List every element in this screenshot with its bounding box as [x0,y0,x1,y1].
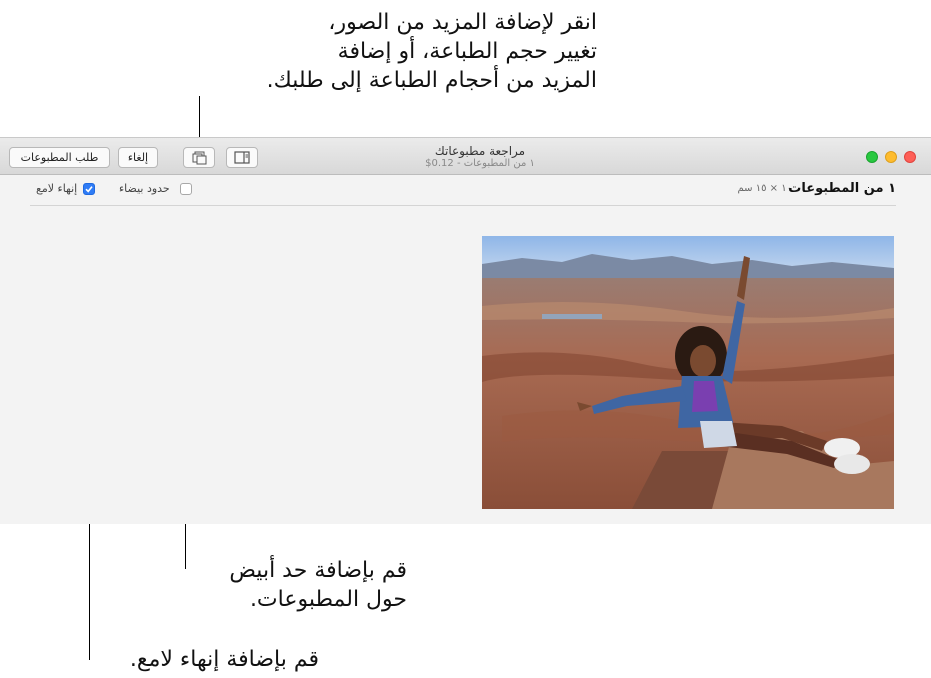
order-prints-button[interactable]: طلب المطبوعات [9,147,110,168]
cancel-button[interactable]: إلغاء [118,147,158,168]
glossy-finish-label: إنهاء لامع [36,182,78,195]
callout-line: قم بإضافة حد أبيض [229,558,407,583]
close-button[interactable] [904,151,916,163]
glossy-finish-checkbox[interactable] [83,183,95,195]
sidebar-icon[interactable] [226,147,258,168]
white-border-label: حدود بيضاء [119,182,170,195]
callout-line: تغيير حجم الطباعة، أو إضافة [337,39,597,64]
prints-count-title: ١ من المطبوعات [788,181,896,196]
callout-white-border: قم بإضافة حد أبيض حول المطبوعات. [147,556,407,614]
callout-line: قم بإضافة إنهاء لامع. [129,647,319,672]
callout-line: المزيد من أحجام الطباعة إلى طلبك. [266,68,597,93]
callout-add-photos: انقر لإضافة المزيد من الصور، تغيير حجم ا… [237,8,597,95]
callout-glossy-finish: قم بإضافة إنهاء لامع. [59,645,319,674]
print-size: ١٠ × ١٥ سم [737,183,792,194]
title-bar: طلب المطبوعات إلغاء مراجعة مطبوعاتك ١ من… [0,137,931,175]
print-photo-thumbnail[interactable] [482,236,894,509]
zoom-button[interactable] [866,151,878,163]
photo-stack-icon[interactable] [183,147,215,168]
window-subtitle: ١ من المطبوعات - 0.12$ [425,158,535,169]
minimize-button[interactable] [885,151,897,163]
callout-line: حول المطبوعات. [249,587,407,612]
window-title: مراجعة مطبوعاتك [434,144,526,158]
white-border-checkbox[interactable] [180,183,192,195]
callout-line: انقر لإضافة المزيد من الصور، [328,10,597,35]
print-options-bar: إنهاء لامع حدود بيضاء ١٠ × ١٥ سم ١ من ال… [30,175,896,206]
